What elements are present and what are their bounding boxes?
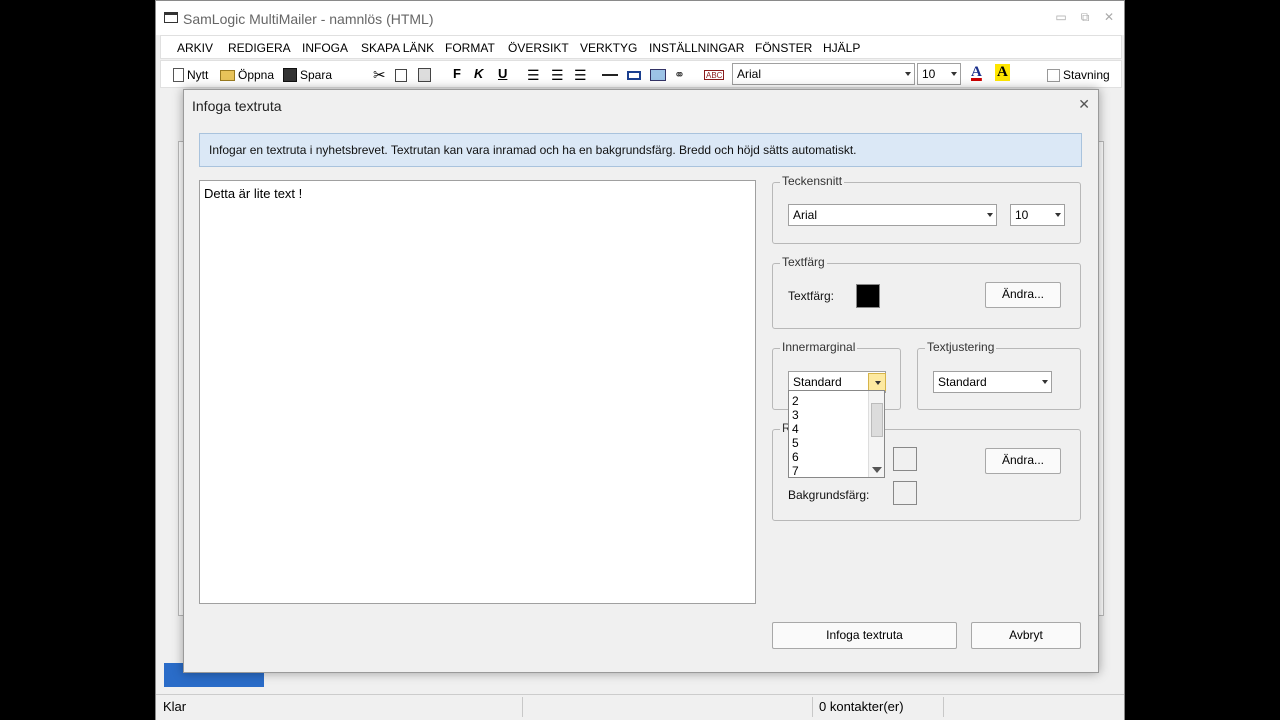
frame-color-swatch xyxy=(893,447,917,471)
textbox-content-input[interactable]: Detta är lite text ! xyxy=(199,180,756,604)
status-divider xyxy=(812,697,813,717)
underline-button[interactable]: U xyxy=(498,66,507,81)
font-group: Teckensnitt Arial 10 xyxy=(772,174,1081,244)
menu-oversikt[interactable]: ÖVERSIKT xyxy=(508,41,569,55)
image-icon[interactable] xyxy=(650,66,666,84)
chevron-down-icon xyxy=(875,381,881,385)
close-icon[interactable]: ✕ xyxy=(1102,11,1116,23)
dialog-size-select[interactable]: 10 xyxy=(1010,204,1065,226)
new-button[interactable]: Nytt xyxy=(173,66,208,84)
text-alignment-group: Textjustering Standard xyxy=(917,340,1081,410)
cancel-button[interactable]: Avbryt xyxy=(971,622,1081,649)
align-center-icon[interactable]: ☰ xyxy=(551,66,564,84)
minimize-icon[interactable]: ▭ xyxy=(1054,11,1068,23)
size-select[interactable]: 10 xyxy=(917,63,961,85)
spelling-checkbox[interactable] xyxy=(1047,68,1060,82)
menu-verktyg[interactable]: VERKTYG xyxy=(580,41,637,55)
text-color-icon[interactable]: A xyxy=(971,64,982,81)
margin-option[interactable]: 5 xyxy=(792,436,799,450)
cut-icon[interactable]: ✂ xyxy=(373,66,386,84)
text-alignment-select[interactable]: Standard xyxy=(933,371,1052,393)
margin-option[interactable]: 4 xyxy=(792,422,799,436)
dialog-font-select[interactable]: Arial xyxy=(788,204,997,226)
margin-option[interactable]: 7 xyxy=(792,464,799,478)
dropdown-scrollbar[interactable] xyxy=(868,391,884,477)
text-color-swatch xyxy=(856,284,880,308)
info-banner: Infogar en textruta i nyhetsbrevet. Text… xyxy=(199,133,1082,167)
status-ready: Klar xyxy=(163,699,187,714)
paste-icon[interactable] xyxy=(418,66,431,84)
inner-margin-options[interactable]: 2 3 4 5 6 7 xyxy=(788,390,885,478)
menu-format[interactable]: FORMAT xyxy=(445,41,495,55)
chevron-down-icon xyxy=(1055,213,1061,217)
text-box-icon[interactable] xyxy=(627,66,641,84)
menu-bar: ARKIV REDIGERA INFOGA SKAPA LÄNK FORMAT … xyxy=(160,35,1122,59)
mail-icon xyxy=(164,12,178,23)
status-divider xyxy=(522,697,523,717)
background-color-swatch[interactable] xyxy=(893,481,917,505)
toolbar: Nytt Öppna Spara ✂ F K U ☰ ☰ ☰ ⚭ ABC Ari… xyxy=(160,60,1122,88)
link-icon[interactable]: ⚭ xyxy=(674,66,685,84)
text-color-group: Textfärg Textfärg: Ändra... xyxy=(772,255,1081,329)
inner-margin-dropdown-button[interactable] xyxy=(868,373,886,391)
chevron-down-icon xyxy=(905,72,911,76)
menu-hjalp[interactable]: HJÄLP xyxy=(823,41,860,55)
spelling-toggle[interactable]: Stavning xyxy=(1047,66,1110,84)
menu-fonster[interactable]: FÖNSTER xyxy=(755,41,812,55)
change-text-color-button[interactable]: Ändra... xyxy=(985,282,1061,308)
align-right-icon[interactable]: ☰ xyxy=(574,66,587,84)
insert-textbox-button[interactable]: Infoga textruta xyxy=(772,622,957,649)
bold-button[interactable]: F xyxy=(453,66,461,81)
close-icon[interactable]: ✕ xyxy=(1078,96,1090,113)
scrollbar-thumb[interactable] xyxy=(871,403,883,437)
floppy-icon xyxy=(283,68,297,82)
insert-textbox-dialog: Infoga textruta ✕ Infogar en textruta i … xyxy=(183,89,1099,673)
open-button[interactable]: Öppna xyxy=(220,66,274,84)
menu-installningar[interactable]: INSTÄLLNINGAR xyxy=(649,41,744,55)
window-title: SamLogic MultiMailer - namnlös (HTML) xyxy=(183,11,434,27)
change-frame-color-button[interactable]: Ändra... xyxy=(985,448,1061,474)
dialog-title: Infoga textruta xyxy=(192,98,282,114)
save-button[interactable]: Spara xyxy=(283,66,332,84)
title-bar: SamLogic MultiMailer - namnlös (HTML) ▭ … xyxy=(156,1,1124,35)
margin-option[interactable]: 6 xyxy=(792,450,799,464)
menu-skapa-lank[interactable]: SKAPA LÄNK xyxy=(361,41,434,55)
horizontal-line-icon[interactable] xyxy=(602,66,618,84)
status-bar: Klar 0 kontakter(er) xyxy=(156,694,1124,720)
folder-icon xyxy=(220,69,235,81)
menu-arkiv[interactable]: ARKIV xyxy=(177,41,213,55)
scroll-down-icon[interactable] xyxy=(872,467,882,473)
font-select[interactable]: Arial xyxy=(732,63,915,85)
maximize-icon[interactable]: ⧉ xyxy=(1078,11,1092,23)
menu-redigera[interactable]: REDIGERA xyxy=(228,41,291,55)
status-contacts: 0 kontakter(er) xyxy=(819,699,904,714)
align-left-icon[interactable]: ☰ xyxy=(527,66,540,84)
menu-infoga[interactable]: INFOGA xyxy=(302,41,348,55)
copy-icon[interactable] xyxy=(395,66,407,84)
spellcheck-icon[interactable]: ABC xyxy=(704,70,725,80)
italic-button[interactable]: K xyxy=(474,66,483,81)
status-divider xyxy=(943,697,944,717)
chevron-down-icon xyxy=(1042,380,1048,384)
chevron-down-icon xyxy=(951,72,957,76)
chevron-down-icon xyxy=(987,213,993,217)
highlight-icon[interactable]: A xyxy=(995,64,1010,81)
margin-option[interactable]: 3 xyxy=(792,408,799,422)
new-document-icon xyxy=(173,68,184,82)
margin-option[interactable]: 2 xyxy=(792,394,799,408)
